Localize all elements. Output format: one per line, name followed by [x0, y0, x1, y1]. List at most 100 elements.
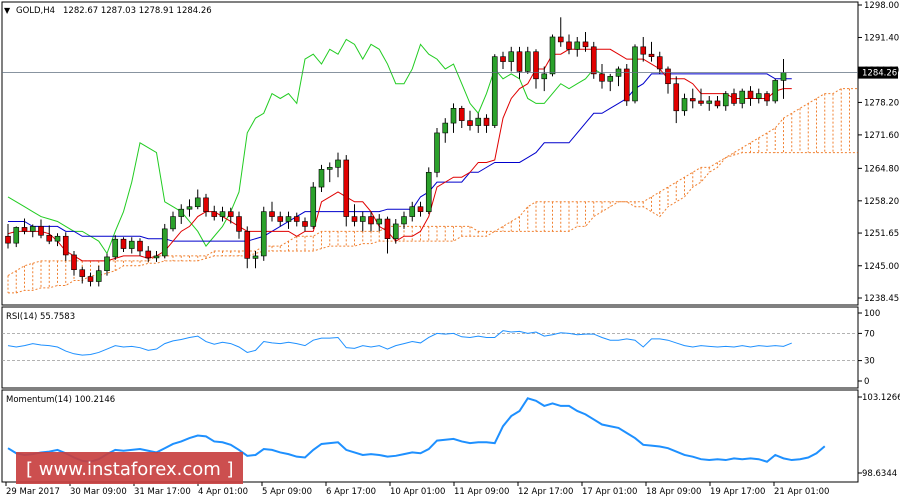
- candle-body: [549, 36, 556, 75]
- candle-body: [359, 216, 366, 222]
- candle-body: [227, 211, 234, 217]
- price-axis-label: 1291.40: [864, 33, 899, 43]
- candle-body: [467, 120, 473, 126]
- candle-body: [409, 206, 416, 217]
- candle-body: [170, 216, 176, 230]
- candle-body: [566, 41, 572, 50]
- candle-body: [747, 90, 754, 99]
- time-axis-label: 21 Apr 01:00: [774, 487, 829, 497]
- candle-body: [343, 159, 350, 217]
- candle-body: [21, 227, 28, 232]
- momentum-axis-label: 98.6344: [862, 469, 897, 479]
- candle-body: [293, 216, 300, 222]
- price-axis-label: 1271.60: [864, 131, 899, 141]
- candle-body: [120, 238, 127, 249]
- rsi-axis-label: 0: [864, 377, 869, 387]
- time-axis-label: 29 Mar 2017: [6, 487, 60, 497]
- candle-body: [450, 108, 457, 124]
- candle-body: [277, 216, 284, 222]
- candle-body: [29, 226, 36, 232]
- candle-body: [54, 235, 61, 242]
- candle-body: [194, 197, 201, 208]
- candle-body: [368, 216, 374, 225]
- candle-body: [623, 68, 630, 102]
- candle-body: [739, 90, 746, 104]
- candle-body: [376, 218, 383, 225]
- candle-body: [524, 51, 531, 72]
- candle-body: [417, 206, 424, 212]
- gold-chart[interactable]: 1298.001291.401284.801278.201271.601264.…: [0, 0, 900, 500]
- watermark-text: [ www.instaforex.com ]: [26, 459, 234, 480]
- candle-body: [780, 72, 787, 81]
- candle-body: [772, 80, 779, 102]
- candle-body: [186, 206, 193, 210]
- candle-body: [689, 98, 696, 102]
- candle-body: [219, 211, 226, 217]
- candle-body: [203, 197, 209, 212]
- candle-body: [71, 254, 77, 271]
- main-panel[interactable]: [1, 1, 859, 306]
- price-axis-label: 1238.45: [864, 294, 899, 304]
- rsi-panel[interactable]: [1, 306, 859, 389]
- candle-body: [178, 208, 185, 217]
- price-axis-label: 1264.80: [864, 164, 899, 174]
- candle-body: [640, 46, 647, 55]
- candle-body: [458, 108, 465, 121]
- candle-body: [500, 56, 506, 62]
- candle-body: [260, 211, 267, 257]
- candle-body: [269, 211, 275, 217]
- candle-body: [673, 83, 680, 112]
- current-price-value: 1284.26: [862, 69, 897, 79]
- time-axis-label: 30 Mar 09:00: [70, 487, 127, 497]
- candle-body: [698, 100, 704, 104]
- candle-body: [79, 269, 86, 277]
- candle-body: [153, 255, 160, 259]
- header-ohlc: 1282.67 1287.03 1278.91 1284.26: [63, 6, 212, 16]
- price-axis-label: 1278.20: [864, 98, 899, 108]
- candle-body: [508, 51, 515, 62]
- time-axis-label: 19 Apr 17:00: [710, 487, 765, 497]
- rsi-label: RSI(14) 55.7583: [6, 312, 75, 322]
- candle-body: [211, 211, 218, 217]
- candle-body: [392, 223, 399, 240]
- candle-body: [104, 256, 110, 271]
- candle-body: [425, 171, 432, 212]
- candle-body: [236, 216, 242, 232]
- candle-body: [516, 51, 523, 72]
- candle-body: [541, 73, 548, 80]
- candle-body: [722, 93, 729, 107]
- candle-body: [706, 100, 713, 104]
- candle-body: [95, 270, 102, 282]
- candle-body: [46, 234, 53, 242]
- candle-body: [607, 76, 614, 82]
- candle-body: [557, 36, 564, 43]
- candle-body: [128, 240, 135, 249]
- candle-body: [714, 100, 721, 107]
- candle-body: [491, 56, 498, 126]
- candle-body: [599, 73, 605, 82]
- price-axis-label: 1245.00: [864, 262, 899, 272]
- time-axis-label: 5 Apr 09:00: [262, 487, 312, 497]
- candle-body: [310, 186, 317, 227]
- rsi-axis-label: 70: [864, 329, 875, 339]
- price-axis-label: 1251.65: [864, 229, 899, 239]
- candle-body: [302, 221, 308, 227]
- candle-body: [632, 46, 638, 102]
- candle-body: [244, 231, 251, 259]
- momentum-axis-label: 103.1266: [862, 393, 900, 403]
- candle-body: [574, 41, 581, 50]
- candle-body: [665, 68, 671, 85]
- candle-body: [318, 169, 325, 188]
- time-axis-label: 10 Apr 01:00: [390, 487, 445, 497]
- candle-body: [326, 167, 333, 170]
- candle-body: [38, 226, 44, 236]
- watermark: [ www.instaforex.com ]: [16, 452, 243, 484]
- candle-body: [384, 218, 391, 240]
- time-axis-label: 31 Mar 17:00: [134, 487, 191, 497]
- candle-body: [62, 235, 69, 256]
- candle-body: [137, 240, 143, 252]
- time-axis-label: 6 Apr 17:00: [326, 487, 376, 497]
- candle-body: [533, 51, 539, 80]
- price-axis-label: 1258.20: [864, 197, 899, 207]
- candle-body: [483, 117, 490, 126]
